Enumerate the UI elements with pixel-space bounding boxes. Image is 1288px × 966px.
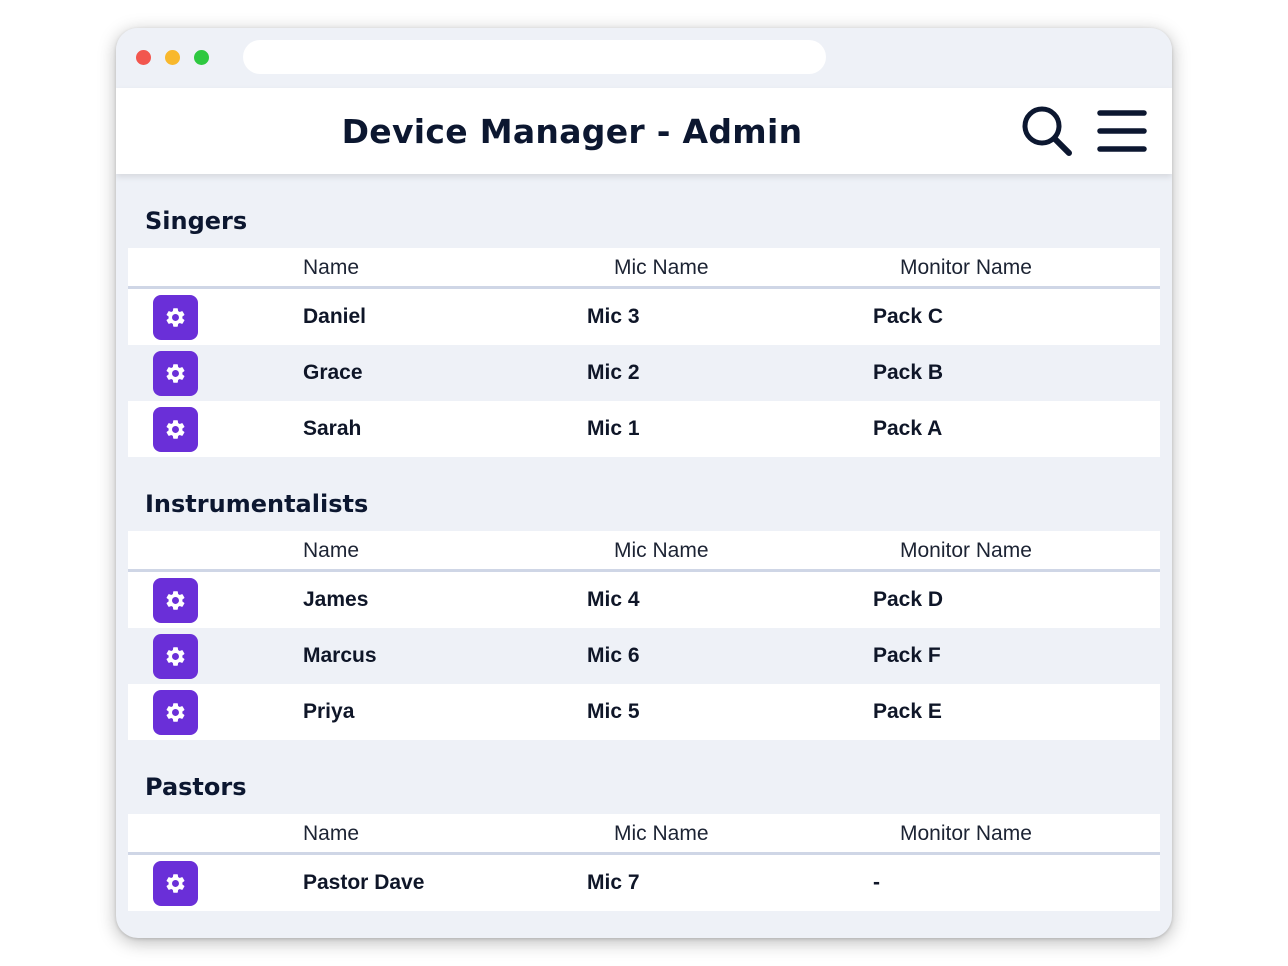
cell-mic: Mic 3 <box>587 305 640 328</box>
close-window-button[interactable] <box>136 50 151 65</box>
device-list: Singers Name Mic Name Monitor Name Daniel Mic… <box>128 174 1160 911</box>
settings-button[interactable] <box>153 351 198 396</box>
table-header: Name Mic Name Monitor Name <box>128 531 1160 572</box>
column-header-mic: Mic Name <box>614 539 709 562</box>
cell-name: Daniel <box>303 305 367 328</box>
column-header-mic: Mic Name <box>614 822 709 845</box>
browser-window: Device Manager - Admin Singers Name Mic Na… <box>116 28 1172 938</box>
browser-titlebar <box>116 28 1172 88</box>
cell-monitor: Pack B <box>873 361 944 384</box>
cell-monitor: Pack C <box>873 305 944 328</box>
cell-mic: Mic 4 <box>587 588 640 611</box>
table-row: Marcus Mic 6 Pack F <box>128 628 1160 684</box>
column-header-monitor: Monitor Name <box>900 822 1032 845</box>
table-row: Pastor Dave Mic 7 - <box>128 855 1160 911</box>
cell-name: Grace <box>303 361 363 384</box>
cell-name: Pastor Dave <box>303 871 425 894</box>
column-header-monitor: Monitor Name <box>900 256 1032 279</box>
gear-icon <box>166 364 185 383</box>
settings-button[interactable] <box>153 578 198 623</box>
device-table: Name Mic Name Monitor Name Pastor Dave Mic 7… <box>128 814 1160 911</box>
section-title: Singers <box>145 207 248 235</box>
table-row: Priya Mic 5 Pack E <box>128 684 1160 740</box>
settings-button[interactable] <box>153 861 198 906</box>
cell-mic: Mic 6 <box>587 644 640 667</box>
settings-button[interactable] <box>153 407 198 452</box>
column-header-mic: Mic Name <box>614 256 709 279</box>
gear-icon <box>166 703 185 722</box>
gear-icon <box>166 647 185 666</box>
column-header-name: Name <box>303 822 360 845</box>
app-header: Device Manager - Admin <box>116 88 1172 174</box>
table-row: James Mic 4 Pack D <box>128 572 1160 628</box>
settings-button[interactable] <box>153 690 198 735</box>
device-table: Name Mic Name Monitor Name Daniel Mic 3 Pack … <box>128 248 1160 457</box>
search-icon[interactable] <box>1020 104 1074 158</box>
gear-icon <box>166 874 185 893</box>
column-header-monitor: Monitor Name <box>900 539 1032 562</box>
settings-button[interactable] <box>153 295 198 340</box>
gear-icon <box>166 420 185 439</box>
cell-mic: Mic 7 <box>587 871 640 894</box>
maximize-window-button[interactable] <box>194 50 209 65</box>
cell-name: James <box>303 588 369 611</box>
device-table: Name Mic Name Monitor Name James Mic 4 Pack D… <box>128 531 1160 740</box>
table-row: Grace Mic 2 Pack B <box>128 345 1160 401</box>
address-bar[interactable] <box>243 40 826 74</box>
gear-icon <box>166 591 185 610</box>
cell-mic: Mic 5 <box>587 700 640 723</box>
cell-monitor: Pack D <box>873 588 944 611</box>
cell-monitor: Pack E <box>873 700 942 723</box>
section-singers: Singers Name Mic Name Monitor Name Daniel Mic… <box>128 174 1160 457</box>
cell-monitor: Pack F <box>873 644 941 667</box>
section-instrumentalists: Instrumentalists Name Mic Name Monitor Name… <box>128 457 1160 740</box>
cell-monitor: - <box>873 871 880 894</box>
table-row: Daniel Mic 3 Pack C <box>128 289 1160 345</box>
table-row: Sarah Mic 1 Pack A <box>128 401 1160 457</box>
settings-button[interactable] <box>153 634 198 679</box>
table-header: Name Mic Name Monitor Name <box>128 814 1160 855</box>
cell-mic: Mic 2 <box>587 361 640 384</box>
page-title: Device Manager - Admin <box>341 112 803 151</box>
cell-monitor: Pack A <box>873 417 943 440</box>
hamburger-menu-icon[interactable] <box>1096 107 1148 155</box>
section-title: Pastors <box>145 773 247 801</box>
column-header-name: Name <box>303 539 360 562</box>
cell-name: Priya <box>303 700 355 723</box>
table-header: Name Mic Name Monitor Name <box>128 248 1160 289</box>
minimize-window-button[interactable] <box>165 50 180 65</box>
column-header-name: Name <box>303 256 360 279</box>
section-pastors: Pastors Name Mic Name Monitor Name Pastor Da… <box>128 740 1160 911</box>
section-title: Instrumentalists <box>145 490 369 518</box>
cell-name: Marcus <box>303 644 377 667</box>
cell-name: Sarah <box>303 417 362 440</box>
gear-icon <box>166 308 185 327</box>
cell-mic: Mic 1 <box>587 417 640 440</box>
